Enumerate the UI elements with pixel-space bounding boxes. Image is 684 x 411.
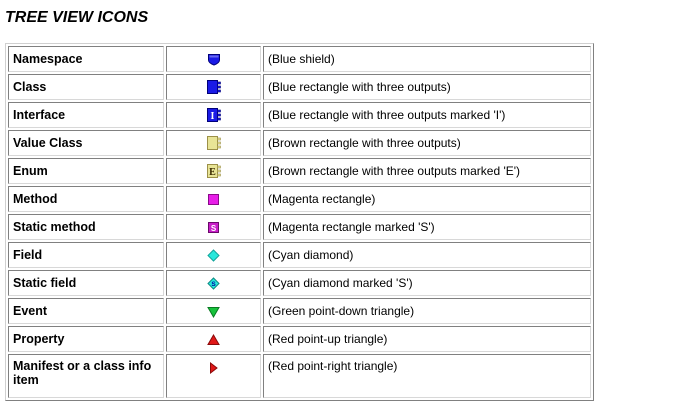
table-row: Event (Green point-down triangle) — [8, 298, 591, 324]
icon-cell — [166, 186, 261, 212]
row-name: Enum — [8, 158, 164, 184]
row-name: Property — [8, 326, 164, 352]
row-name: Class — [8, 74, 164, 100]
row-name: Manifest or a class info item — [8, 354, 164, 398]
table-row: Static method S (Magenta rectangle marke… — [8, 214, 591, 240]
cyan-diamond-s-icon: S — [207, 277, 220, 290]
page-title: TREE VIEW ICONS — [5, 9, 149, 26]
row-description: (Red point-right triangle) — [263, 354, 591, 398]
magenta-rectangle-icon — [207, 193, 220, 206]
row-name: Value Class — [8, 130, 164, 156]
row-description: (Green point-down triangle) — [263, 298, 591, 324]
row-name: Field — [8, 242, 164, 268]
icon-cell — [166, 326, 261, 352]
green-triangle-down-icon — [207, 306, 220, 318]
icon-cell — [166, 242, 261, 268]
red-triangle-right-icon — [209, 361, 218, 374]
blue-rectangle-three-outputs-icon — [206, 79, 222, 95]
row-description: (Cyan diamond) — [263, 242, 591, 268]
row-description: (Magenta rectangle marked 'S') — [263, 214, 591, 240]
row-description: (Brown rectangle with three outputs mark… — [263, 158, 591, 184]
icon-cell — [166, 130, 261, 156]
table-row: Field (Cyan diamond) — [8, 242, 591, 268]
row-name: Static method — [8, 214, 164, 240]
brown-rectangle-three-outputs-icon — [206, 135, 222, 151]
icon-cell: I — [166, 102, 261, 128]
icon-cell — [166, 354, 261, 398]
row-name: Namespace — [8, 46, 164, 72]
table-row: Value Class (Brown rectangle with three … — [8, 130, 591, 156]
row-description: (Magenta rectangle) — [263, 186, 591, 212]
row-name: Static field — [8, 270, 164, 296]
table-row: Namespace (Blue shield) — [8, 46, 591, 72]
blue-shield-icon — [207, 53, 221, 66]
row-description: (Cyan diamond marked 'S') — [263, 270, 591, 296]
red-triangle-up-icon — [207, 333, 220, 346]
row-name: Event — [8, 298, 164, 324]
icon-cell: E — [166, 158, 261, 184]
row-description: (Brown rectangle with three outputs) — [263, 130, 591, 156]
icon-cell — [166, 298, 261, 324]
icon-cell: S — [166, 214, 261, 240]
icon-cell — [166, 46, 261, 72]
icon-letter: E — [209, 167, 216, 178]
icon-letter: I — [210, 111, 214, 122]
table-row: Property (Red point-up triangle) — [8, 326, 591, 352]
table-row: Method (Magenta rectangle) — [8, 186, 591, 212]
table-row: Enum E (Brown rectangle with three outpu… — [8, 158, 591, 184]
row-description: (Blue rectangle with three outputs marke… — [263, 102, 591, 128]
brown-rectangle-three-outputs-e-icon: E — [206, 163, 222, 179]
icon-cell: S — [166, 270, 261, 296]
table-row: Static field S (Cyan diamond marked 'S') — [8, 270, 591, 296]
row-description: (Blue shield) — [263, 46, 591, 72]
icons-table: Namespace (Blue shield) Class (Blue rect… — [5, 43, 594, 401]
magenta-rectangle-s-icon: S — [207, 221, 220, 234]
blue-rectangle-three-outputs-i-icon: I — [206, 107, 222, 123]
row-name: Method — [8, 186, 164, 212]
icon-letter: S — [211, 224, 217, 233]
icon-cell — [166, 74, 261, 100]
row-name: Interface — [8, 102, 164, 128]
row-description: (Red point-up triangle) — [263, 326, 591, 352]
table-row: Interface I (Blue rectangle with three o… — [8, 102, 591, 128]
table-row: Manifest or a class info item (Red point… — [8, 354, 591, 398]
row-description: (Blue rectangle with three outputs) — [263, 74, 591, 100]
cyan-diamond-icon — [207, 249, 220, 262]
table-row: Class (Blue rectangle with three outputs… — [8, 74, 591, 100]
icon-letter: S — [211, 281, 216, 288]
